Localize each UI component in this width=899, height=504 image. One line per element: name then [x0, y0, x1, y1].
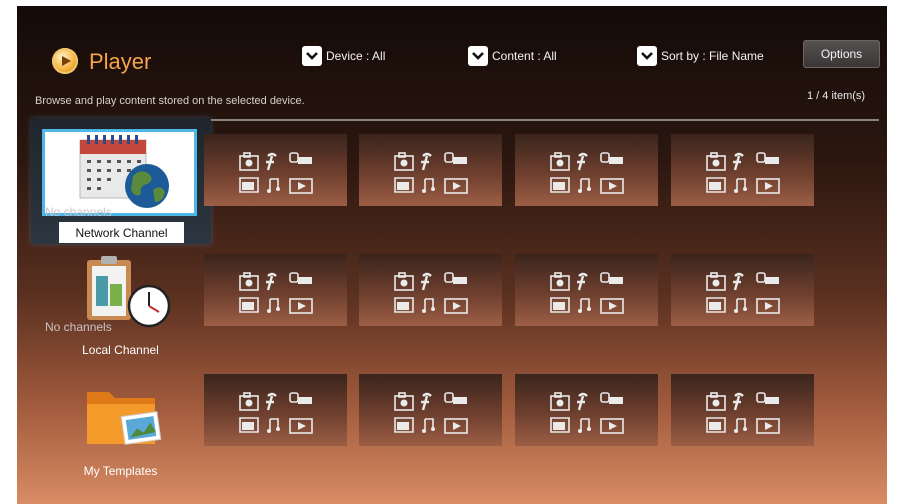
- media-type-icons: [705, 390, 785, 434]
- content-placeholder-tile[interactable]: [359, 134, 502, 206]
- media-type-icons: [238, 150, 318, 194]
- options-button[interactable]: Options: [803, 40, 880, 68]
- content-placeholder-tile[interactable]: [671, 254, 814, 326]
- content-placeholder-tile[interactable]: [204, 374, 347, 446]
- page-title: Player: [89, 49, 152, 74]
- my-templates-label: My Templates: [83, 464, 158, 478]
- media-type-icons: [705, 150, 785, 194]
- device-filter-label: Device : All: [326, 49, 386, 63]
- device-filter-dropdown[interactable]: Device : All: [302, 43, 385, 69]
- local-channel-label: Local Channel: [82, 343, 159, 357]
- folder-image-icon: [87, 392, 162, 445]
- media-type-icons: [393, 150, 473, 194]
- media-type-icons: [549, 150, 629, 194]
- content-placeholder-tile[interactable]: [359, 254, 502, 326]
- player-screen: Player Device : All Content : All Sort b…: [17, 6, 887, 504]
- network-channel-status: No channels: [45, 205, 112, 219]
- content-placeholder-tile[interactable]: [204, 134, 347, 206]
- chevron-down-icon: [302, 46, 322, 66]
- local-channel-tile[interactable]: No channels Local Channel: [45, 254, 192, 364]
- content-filter-dropdown[interactable]: Content : All: [468, 43, 557, 69]
- chevron-down-icon: [468, 46, 488, 66]
- player-logo-icon: [52, 48, 78, 74]
- content-placeholder-tile[interactable]: [515, 374, 658, 446]
- local-channel-status: No channels: [45, 320, 112, 334]
- calendar-globe-icon: [79, 135, 169, 208]
- sort-label: Sort by : File Name: [661, 49, 764, 63]
- media-type-icons: [238, 390, 318, 434]
- content-placeholder-tile[interactable]: [515, 134, 658, 206]
- content-placeholder-tile[interactable]: [515, 254, 658, 326]
- network-channel-tile[interactable]: [42, 129, 197, 216]
- content-placeholder-tile[interactable]: [204, 254, 347, 326]
- my-templates-tile[interactable]: My Templates: [49, 374, 192, 484]
- content-placeholder-tile[interactable]: [671, 374, 814, 446]
- content-filter-label: Content : All: [492, 49, 557, 63]
- media-type-icons: [705, 270, 785, 314]
- item-count: 1 / 4 item(s): [807, 90, 866, 102]
- media-type-icons: [393, 390, 473, 434]
- content-placeholder-tile[interactable]: [671, 134, 814, 206]
- media-type-icons: [238, 270, 318, 314]
- media-type-icons: [393, 270, 473, 314]
- sort-dropdown[interactable]: Sort by : File Name: [637, 43, 764, 69]
- content-placeholder-tile[interactable]: [359, 374, 502, 446]
- page-description: Browse and play content stored on the se…: [35, 95, 305, 107]
- media-type-icons: [549, 390, 629, 434]
- media-type-icons: [549, 270, 629, 314]
- chevron-down-icon: [637, 46, 657, 66]
- network-channel-label: Network Channel: [59, 222, 184, 243]
